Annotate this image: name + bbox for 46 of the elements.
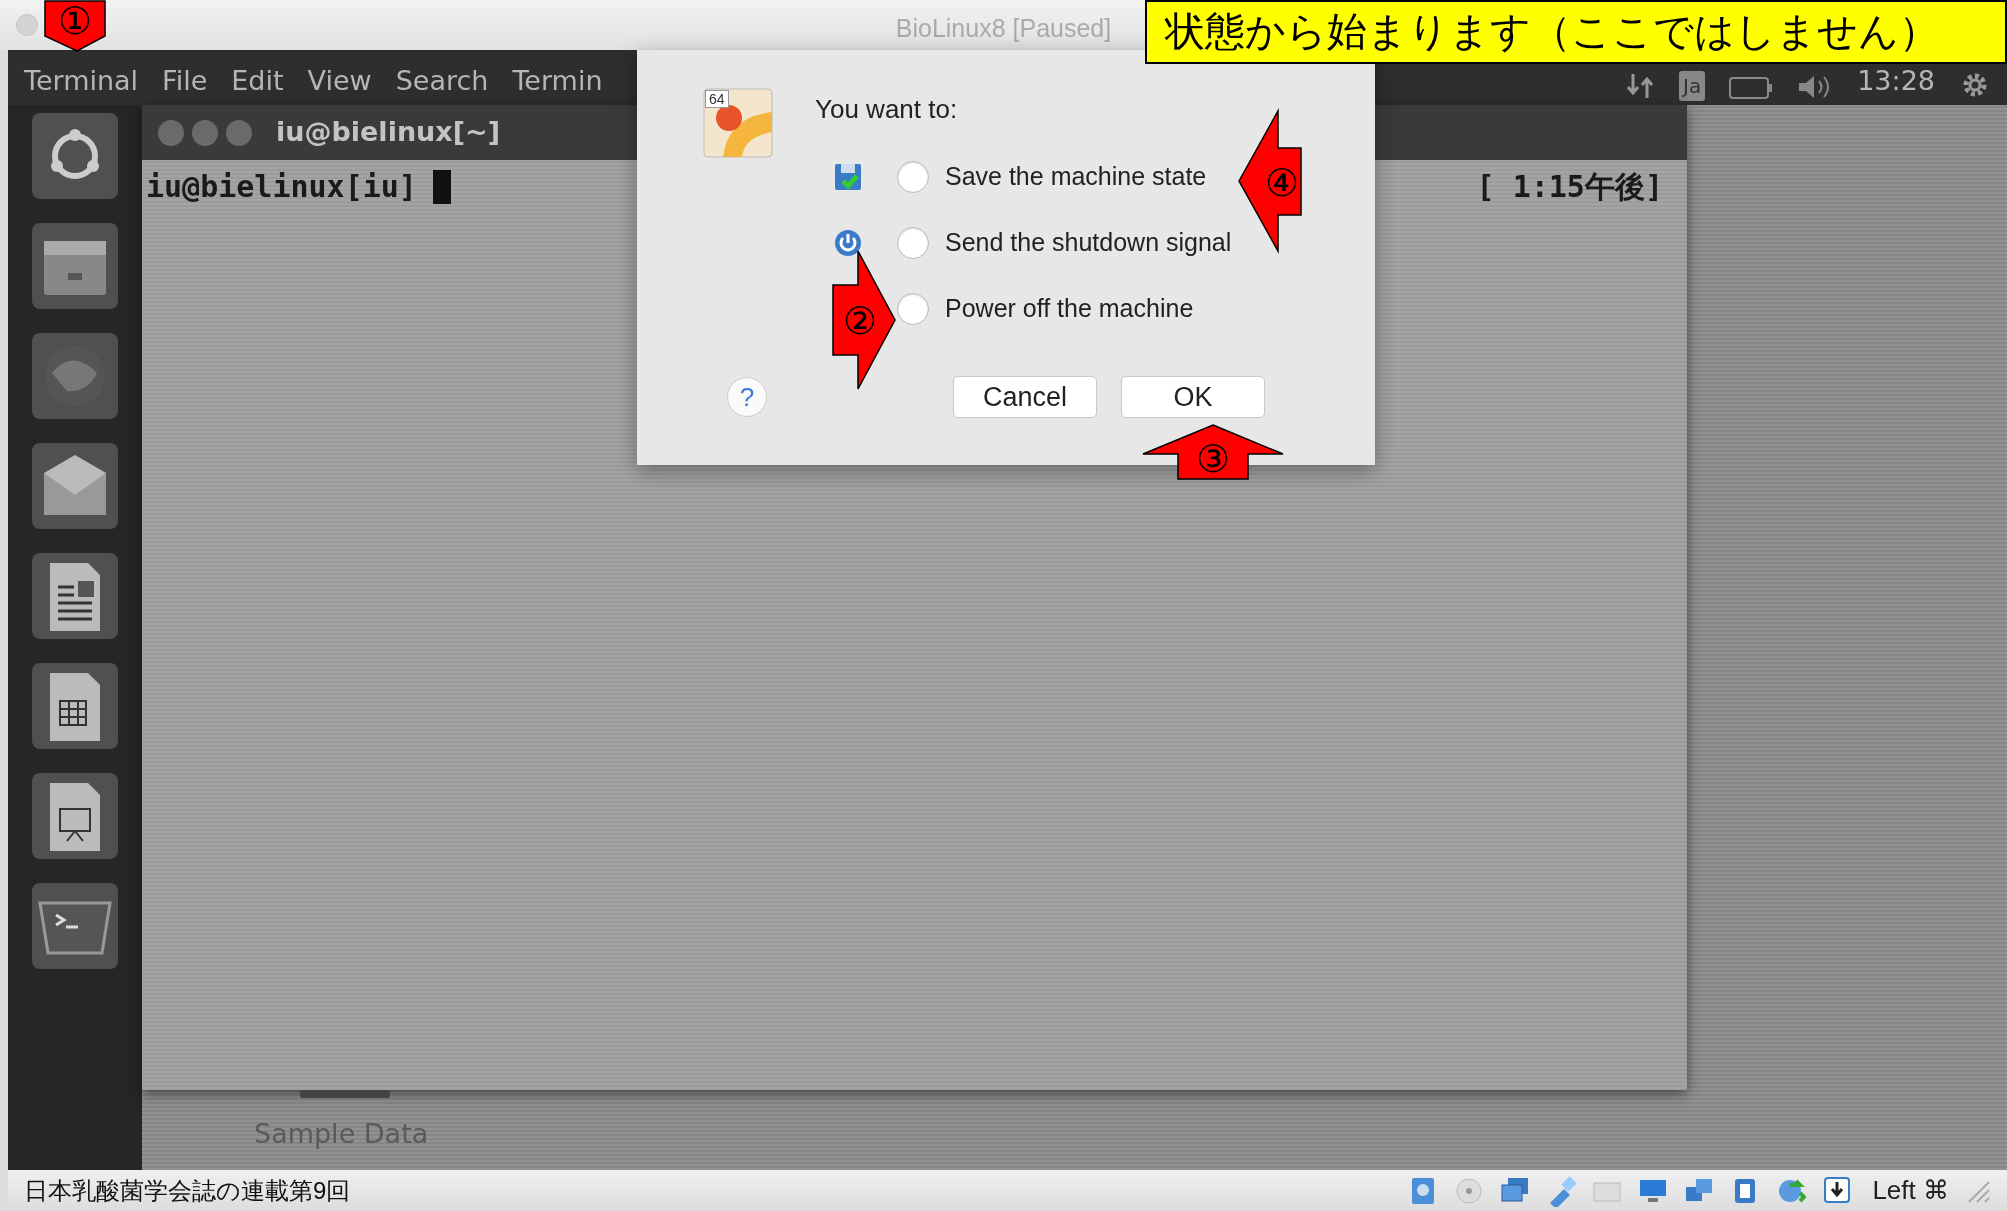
host-key-label: Left ⌘ bbox=[1872, 1174, 1949, 1207]
window-control-button[interactable] bbox=[192, 119, 218, 146]
menu-item[interactable]: View bbox=[307, 60, 372, 101]
terminal-icon[interactable] bbox=[32, 883, 118, 969]
radio-button[interactable] bbox=[897, 227, 929, 259]
menu-item[interactable]: Search bbox=[395, 60, 489, 101]
step-number: ① bbox=[57, 0, 93, 43]
step-number: ② bbox=[842, 299, 878, 343]
ubuntu-logo-icon[interactable] bbox=[32, 113, 118, 199]
text-cursor bbox=[432, 169, 451, 204]
envelope-icon[interactable] bbox=[32, 443, 118, 529]
spreadsheet-icon[interactable] bbox=[32, 663, 118, 749]
ok-button[interactable]: OK bbox=[1121, 376, 1265, 418]
power-button-icon bbox=[833, 228, 863, 258]
menu-item[interactable]: Terminal bbox=[24, 60, 139, 101]
terminal-title: iu@bielinux[~] bbox=[276, 115, 501, 150]
terminal-prompt: iu@bielinux[iu] bbox=[146, 168, 417, 206]
callout-arrow bbox=[44, 0, 106, 52]
window-title: BioLinux8 [Paused] bbox=[895, 13, 1112, 44]
document-icon[interactable] bbox=[32, 553, 118, 639]
transfer-arrows-icon[interactable] bbox=[1625, 71, 1656, 101]
battery-icon[interactable] bbox=[1729, 75, 1774, 101]
keyboard-indicator[interactable]: Ja bbox=[1679, 71, 1706, 101]
menu-item[interactable]: Termin bbox=[512, 60, 603, 101]
globe-icon[interactable] bbox=[32, 333, 118, 419]
terminal-time: [ 1:15午後] bbox=[1476, 168, 1663, 206]
menu-item[interactable]: Edit bbox=[231, 60, 284, 101]
window-control-button[interactable] bbox=[158, 119, 184, 146]
file-cabinet-icon[interactable] bbox=[32, 223, 118, 309]
footer-text: 日本乳酸菌学会誌の連載第9回 bbox=[24, 1175, 351, 1206]
menu-item[interactable]: File bbox=[162, 60, 208, 101]
dialog-prompt: You want to: bbox=[815, 92, 958, 126]
option-label[interactable]: Send the shutdown signal bbox=[945, 224, 1232, 262]
icon-badge: 64 bbox=[705, 90, 729, 108]
virtualbox-cube-icon bbox=[703, 88, 773, 158]
radio-button[interactable] bbox=[897, 161, 929, 193]
window-control-button[interactable] bbox=[226, 119, 252, 146]
option-label[interactable]: Power off the machine bbox=[945, 290, 1194, 328]
callout-note: 状態から始まります（ここではしません） bbox=[1145, 0, 2007, 64]
step-number: ④ bbox=[1264, 161, 1300, 205]
option-label[interactable]: Save the machine state bbox=[945, 158, 1207, 196]
cancel-button[interactable]: Cancel bbox=[953, 376, 1097, 418]
presentation-icon[interactable] bbox=[32, 773, 118, 859]
step-number: ③ bbox=[1195, 437, 1231, 481]
radio-button[interactable] bbox=[897, 293, 929, 325]
help-button[interactable]: ? bbox=[727, 377, 767, 417]
